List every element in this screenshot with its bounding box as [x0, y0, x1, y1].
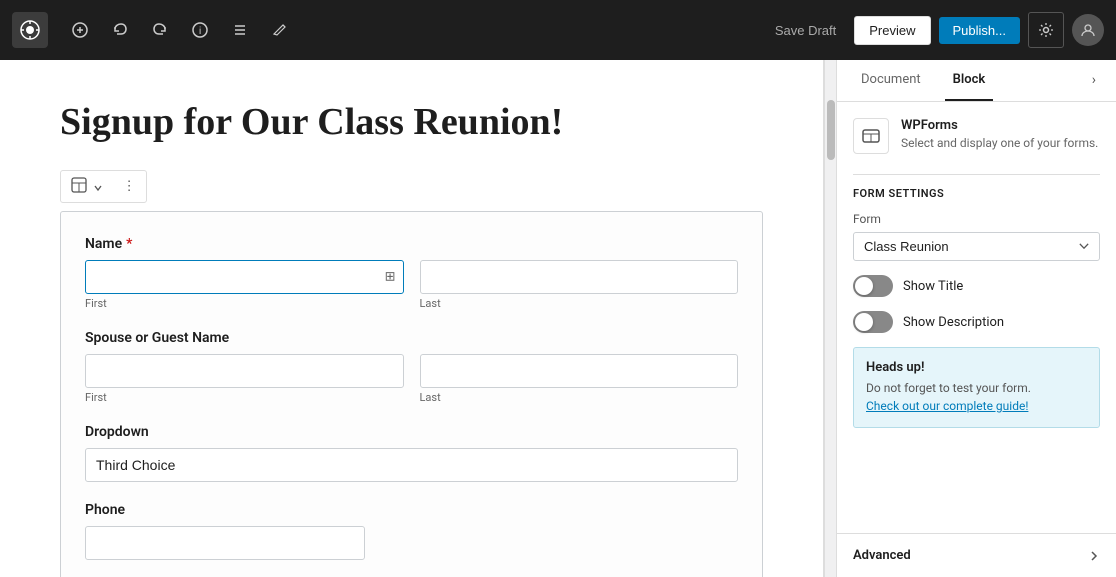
name-first-input[interactable]	[85, 260, 404, 294]
phone-field-section: Phone	[85, 502, 738, 560]
sidebar-content: WPForms Select and display one of your f…	[837, 102, 1116, 533]
list-view-button[interactable]	[224, 14, 256, 46]
name-field-row: ⊞ First Last	[85, 260, 738, 310]
dropdown-label: Dropdown	[85, 424, 738, 440]
form-settings-section: Form Settings Form Class Reunion Contact…	[853, 187, 1100, 428]
show-title-label: Show Title	[903, 279, 963, 294]
name-first-sublabel: First	[85, 297, 404, 310]
heads-up-title: Heads up!	[866, 360, 1087, 375]
block-info-text: WPForms Select and display one of your f…	[901, 118, 1098, 152]
toolbar-right: Save Draft Preview Publish...	[765, 12, 1104, 48]
heads-up-box: Heads up! Do not forget to test your for…	[853, 347, 1100, 428]
add-block-button[interactable]	[64, 14, 96, 46]
divider	[853, 174, 1100, 175]
form-select[interactable]: Class Reunion Contact Form Newsletter Si…	[853, 232, 1100, 261]
editor-scrollbar[interactable]	[824, 60, 836, 577]
name-last-col: Last	[420, 260, 739, 310]
show-title-toggle[interactable]	[853, 275, 893, 297]
edit-button[interactable]	[264, 14, 296, 46]
advanced-title: Advanced	[853, 548, 911, 563]
spouse-first-col: First	[85, 354, 404, 404]
wp-logo[interactable]	[12, 12, 48, 48]
required-marker: *	[126, 236, 132, 252]
spouse-first-sublabel: First	[85, 391, 404, 404]
input-icon: ⊞	[385, 269, 396, 284]
redo-button[interactable]	[144, 14, 176, 46]
preview-button[interactable]: Preview	[854, 16, 930, 45]
spouse-name-row: First Last	[85, 354, 738, 404]
toggle-knob-2	[855, 313, 873, 331]
dropdown-select[interactable]: Third Choice	[85, 448, 738, 482]
save-draft-button[interactable]: Save Draft	[765, 17, 846, 44]
main-toolbar: i Save Draft Preview Publish...	[0, 0, 1116, 60]
heads-up-link[interactable]: Check out our complete guide!	[866, 399, 1028, 413]
sidebar-expand-button[interactable]: ›	[1088, 60, 1100, 101]
form-block: Name * ⊞ First Last	[60, 211, 763, 577]
name-first-input-wrapper: ⊞	[85, 260, 404, 294]
chevron-right-icon	[1088, 550, 1100, 562]
undo-button[interactable]	[104, 14, 136, 46]
show-description-toggle[interactable]	[853, 311, 893, 333]
heads-up-text: Do not forget to test your form. Check o…	[866, 379, 1087, 415]
block-info: WPForms Select and display one of your f…	[853, 118, 1100, 154]
phone-input[interactable]	[85, 526, 365, 560]
spouse-last-sublabel: Last	[420, 391, 739, 404]
sidebar-tabs: Document Block ›	[837, 60, 1116, 102]
publish-button[interactable]: Publish...	[939, 17, 1020, 44]
spouse-name-field-section: Spouse or Guest Name First Last	[85, 330, 738, 404]
dropdown-field-section: Dropdown Third Choice	[85, 424, 738, 482]
block-type-button[interactable]	[63, 173, 111, 200]
spouse-name-label: Spouse or Guest Name	[85, 330, 738, 346]
editor-area: Signup for Our Class Reunion! ⋮ Name *	[0, 60, 824, 577]
name-field-section: Name * ⊞ First Last	[85, 236, 738, 310]
name-last-sublabel: Last	[420, 297, 739, 310]
spouse-last-col: Last	[420, 354, 739, 404]
spouse-first-input[interactable]	[85, 354, 404, 388]
user-avatar-button[interactable]	[1072, 14, 1104, 46]
toolbar-left: i	[12, 12, 296, 48]
show-description-toggle-row: Show Description	[853, 311, 1100, 333]
show-description-label: Show Description	[903, 315, 1004, 330]
block-name: WPForms	[901, 118, 1098, 133]
name-last-input[interactable]	[420, 260, 739, 294]
scrollbar-thumb	[827, 100, 835, 160]
svg-text:i: i	[199, 26, 201, 37]
spouse-last-input[interactable]	[420, 354, 739, 388]
right-sidebar: Document Block › WPForms Select and disp…	[836, 60, 1116, 577]
phone-label: Phone	[85, 502, 738, 518]
block-toolbar: ⋮	[60, 170, 147, 203]
show-title-toggle-row: Show Title	[853, 275, 1100, 297]
name-first-col: ⊞ First	[85, 260, 404, 310]
settings-button[interactable]	[1028, 12, 1064, 48]
block-icon	[853, 118, 889, 154]
main-content: Signup for Our Class Reunion! ⋮ Name *	[0, 60, 1116, 577]
form-select-label: Form	[853, 212, 1100, 226]
tab-document[interactable]: Document	[853, 60, 929, 101]
info-button[interactable]: i	[184, 14, 216, 46]
page-title: Signup for Our Class Reunion!	[60, 100, 763, 146]
advanced-section[interactable]: Advanced	[837, 533, 1116, 577]
toggle-knob	[855, 277, 873, 295]
form-settings-title: Form Settings	[853, 187, 1100, 200]
more-options-button[interactable]: ⋮	[115, 174, 144, 198]
tab-block[interactable]: Block	[945, 60, 994, 101]
name-field-label: Name *	[85, 236, 738, 252]
block-description: Select and display one of your forms.	[901, 135, 1098, 152]
